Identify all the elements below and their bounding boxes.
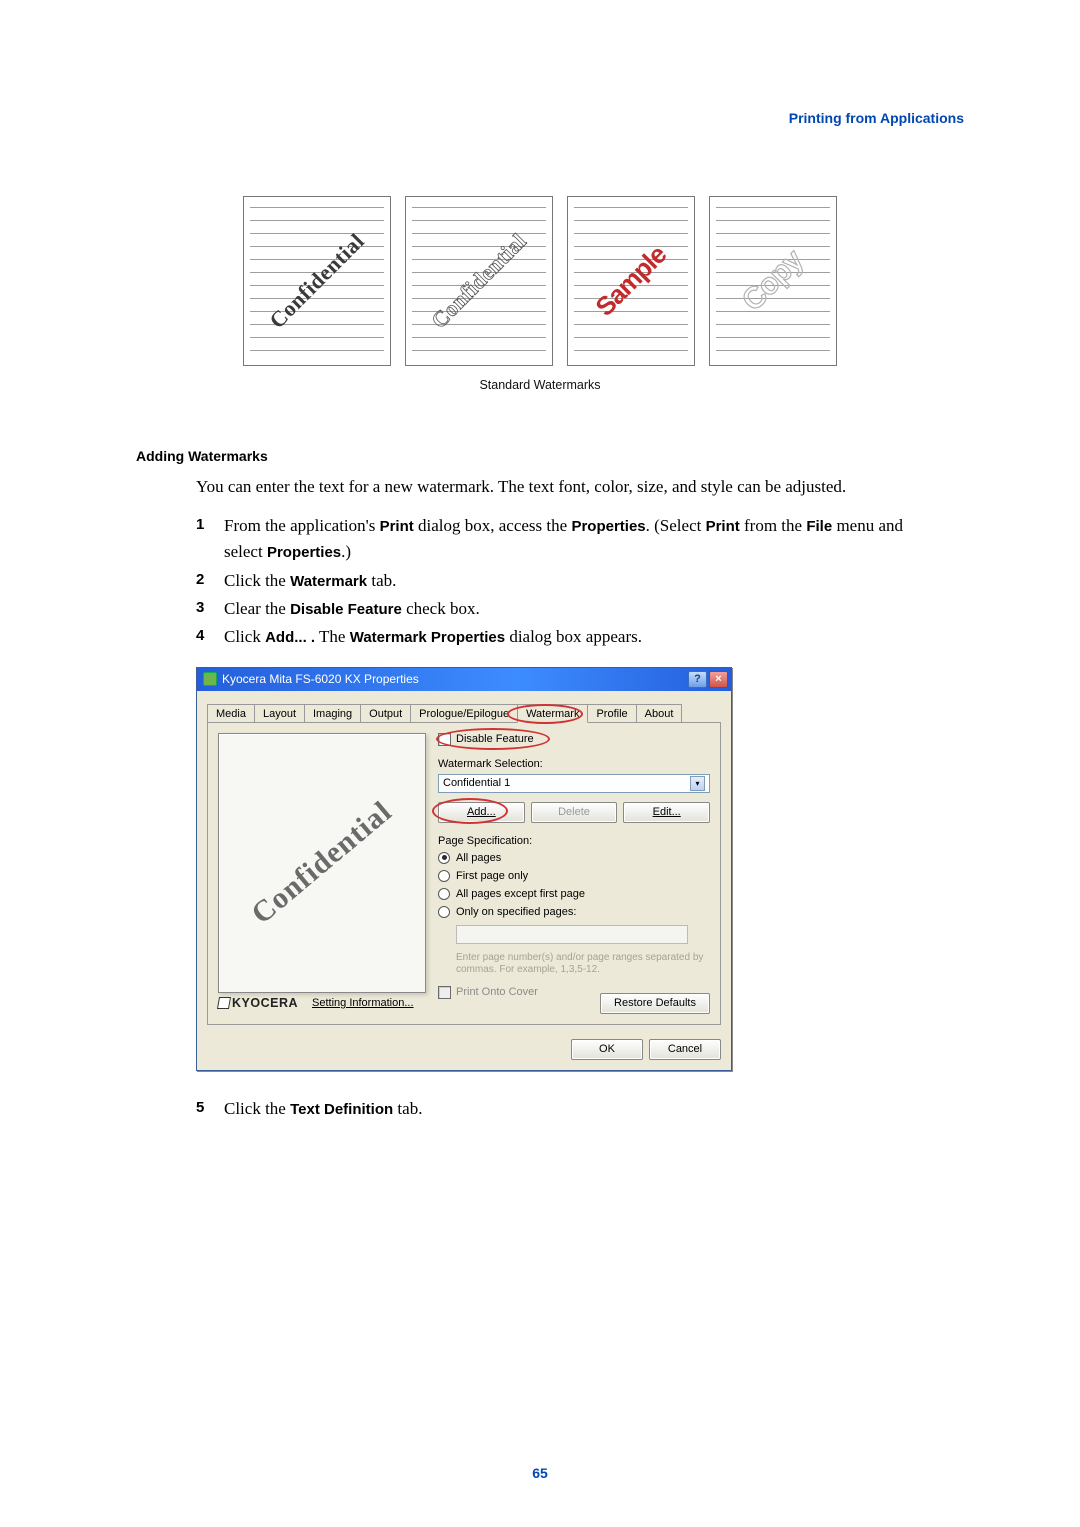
close-button[interactable]: × [709, 671, 728, 688]
delete-button[interactable]: Delete [531, 802, 618, 823]
tab-layout[interactable]: Layout [254, 704, 305, 722]
edit-button[interactable]: Edit... [623, 802, 710, 823]
preview-text: Confidential [245, 794, 399, 931]
restore-defaults-button[interactable]: Restore Defaults [600, 993, 710, 1014]
cancel-button[interactable]: Cancel [649, 1039, 721, 1060]
step-number: 1 [196, 513, 204, 536]
specified-pages-input[interactable] [456, 925, 688, 944]
tab-profile[interactable]: Profile [587, 704, 636, 722]
radio-all-pages[interactable]: All pages [438, 852, 710, 864]
section-header-link[interactable]: Printing from Applications [116, 110, 964, 126]
page-specification-label: Page Specification: [438, 835, 710, 847]
step-number: 2 [196, 568, 204, 591]
step-number: 4 [196, 624, 204, 647]
watermark-select[interactable]: Confidential 1 ▾ [438, 774, 710, 793]
disable-feature-checkbox[interactable] [438, 733, 451, 746]
dropdown-icon[interactable]: ▾ [690, 776, 705, 791]
tab-prologue-epilogue[interactable]: Prologue/Epilogue [410, 704, 518, 722]
page-range-hint: Enter page number(s) and/or page ranges … [456, 952, 710, 976]
dialog-titlebar[interactable]: Kyocera Mita FS-6020 KX Properties ? × [197, 668, 731, 691]
section-title-adding-watermarks: Adding Watermarks [136, 448, 964, 464]
dialog-footer: OK Cancel [197, 1033, 731, 1070]
step-number: 5 [196, 1099, 204, 1116]
tab-watermark[interactable]: Watermark [517, 704, 588, 723]
page-number: 65 [532, 1465, 548, 1481]
step-1: 1 From the application's Print dialog bo… [196, 513, 934, 566]
radio-first-page-only[interactable]: First page only [438, 870, 710, 882]
intro-paragraph: You can enter the text for a new waterma… [196, 476, 934, 499]
help-button[interactable]: ? [688, 671, 707, 688]
watermark-thumb-confidential-solid: Confidential [243, 196, 391, 366]
setting-information-link[interactable]: Setting Information... [312, 997, 414, 1009]
figure-caption: Standard Watermarks [116, 378, 964, 392]
add-button[interactable]: Add... [438, 802, 525, 823]
step-number: 3 [196, 596, 204, 619]
tab-media[interactable]: Media [207, 704, 255, 722]
watermark-thumb-confidential-outline: Confidential [405, 196, 553, 366]
tab-output[interactable]: Output [360, 704, 411, 722]
watermark-preview: Confidential [218, 733, 426, 993]
brand-text: KYOCERA [232, 996, 298, 1010]
app-icon [203, 672, 217, 686]
radio-specified-pages[interactable]: Only on specified pages: [438, 906, 710, 918]
tab-panel-watermark: Confidential Disable Feature Watermark S… [207, 723, 721, 1025]
properties-dialog: Kyocera Mita FS-6020 KX Properties ? × M… [196, 667, 732, 1071]
step-2: 2 Click the Watermark tab. [196, 568, 934, 594]
disable-feature-label: Disable Feature [456, 733, 534, 745]
watermark-thumbnails: Confidential Confidential Sample Copy [116, 196, 964, 366]
dialog-body: Media Layout Imaging Output Prologue/Epi… [197, 691, 731, 1033]
brand-logo-icon [217, 997, 231, 1009]
steps-list: 1 From the application's Print dialog bo… [196, 513, 934, 651]
tab-row: Media Layout Imaging Output Prologue/Epi… [207, 701, 721, 723]
step-5: 5 Click the Text Definition tab. [196, 1099, 964, 1119]
dialog-title: Kyocera Mita FS-6020 KX Properties [222, 672, 419, 686]
watermark-thumb-sample: Sample [567, 196, 695, 366]
tab-about[interactable]: About [636, 704, 683, 722]
ok-button[interactable]: OK [571, 1039, 643, 1060]
watermark-selection-label: Watermark Selection: [438, 758, 710, 770]
radio-all-except-first[interactable]: All pages except first page [438, 888, 710, 900]
step-3: 3 Clear the Disable Feature check box. [196, 596, 934, 622]
document-page: Printing from Applications Confidential … [0, 0, 1080, 1527]
tab-imaging[interactable]: Imaging [304, 704, 361, 722]
watermark-thumb-copy: Copy [709, 196, 837, 366]
step-4: 4 Click Add... . The Watermark Propertie… [196, 624, 934, 650]
